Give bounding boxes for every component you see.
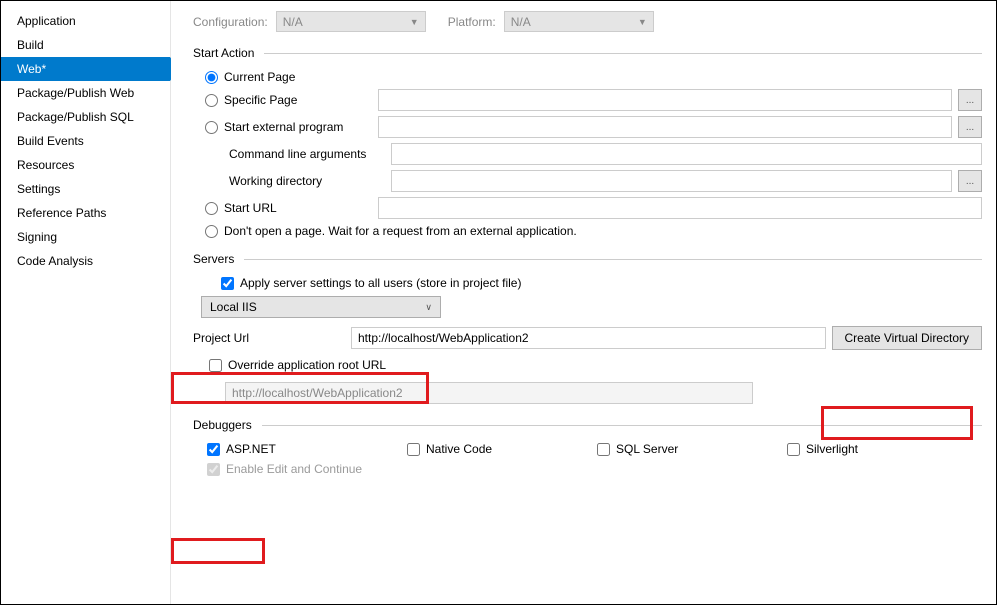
cmd-args-input[interactable] xyxy=(391,143,982,165)
radio-start-url-label: Start URL xyxy=(224,201,364,215)
chevron-down-icon: ▼ xyxy=(410,17,419,27)
apply-all-checkbox[interactable] xyxy=(221,277,234,290)
sidebar-item-reference-paths[interactable]: Reference Paths xyxy=(1,201,170,225)
sidebar-item-web[interactable]: Web* xyxy=(1,57,170,81)
working-dir-label: Working directory xyxy=(229,174,391,188)
platform-dropdown: N/A ▼ xyxy=(504,11,654,32)
debugger-native-checkbox[interactable] xyxy=(407,443,420,456)
debugger-aspnet-checkbox[interactable] xyxy=(207,443,220,456)
override-root-input xyxy=(225,382,753,404)
radio-start-external[interactable] xyxy=(205,121,218,134)
sidebar-item-resources[interactable]: Resources xyxy=(1,153,170,177)
sidebar-item-build-events[interactable]: Build Events xyxy=(1,129,170,153)
divider xyxy=(244,259,982,260)
server-dropdown-value: Local IIS xyxy=(210,300,257,314)
debugger-aspnet-label: ASP.NET xyxy=(226,442,276,456)
start-action-title: Start Action xyxy=(193,46,254,60)
sidebar-item-signing[interactable]: Signing xyxy=(1,225,170,249)
radio-current-page-label: Current Page xyxy=(224,70,295,84)
radio-start-external-label: Start external program xyxy=(224,120,364,134)
debugger-native-label: Native Code xyxy=(426,442,492,456)
sidebar: Application Build Web* Package/Publish W… xyxy=(1,1,171,604)
radio-start-url[interactable] xyxy=(205,202,218,215)
divider xyxy=(262,425,982,426)
debugger-silverlight-label: Silverlight xyxy=(806,442,858,456)
radio-current-page[interactable] xyxy=(205,71,218,84)
working-dir-input[interactable] xyxy=(391,170,952,192)
platform-value: N/A xyxy=(511,15,531,29)
radio-dont-open[interactable] xyxy=(205,225,218,238)
debuggers-title: Debuggers xyxy=(193,418,252,432)
sidebar-item-build[interactable]: Build xyxy=(1,33,170,57)
specific-page-browse-button[interactable]: ... xyxy=(958,89,982,111)
server-dropdown[interactable]: Local IIS ∨ xyxy=(201,296,441,318)
debugger-sqlserver-checkbox[interactable] xyxy=(597,443,610,456)
working-dir-browse-button[interactable]: ... xyxy=(958,170,982,192)
external-program-browse-button[interactable]: ... xyxy=(958,116,982,138)
override-root-checkbox[interactable] xyxy=(209,359,222,372)
sidebar-item-application[interactable]: Application xyxy=(1,9,170,33)
sidebar-item-package-publish-web[interactable]: Package/Publish Web xyxy=(1,81,170,105)
divider xyxy=(264,53,982,54)
create-virtual-directory-button[interactable]: Create Virtual Directory xyxy=(832,326,983,350)
cmd-args-label: Command line arguments xyxy=(229,147,391,161)
specific-page-input[interactable] xyxy=(378,89,952,111)
override-root-label: Override application root URL xyxy=(228,358,386,372)
sidebar-item-settings[interactable]: Settings xyxy=(1,177,170,201)
chevron-down-icon: ∨ xyxy=(425,302,432,313)
highlight-box-aspnet xyxy=(171,538,265,564)
radio-specific-page[interactable] xyxy=(205,94,218,107)
platform-label: Platform: xyxy=(448,15,496,29)
external-program-input[interactable] xyxy=(378,116,952,138)
configuration-label: Configuration: xyxy=(193,15,268,29)
project-url-label: Project Url xyxy=(193,331,351,345)
chevron-down-icon: ▼ xyxy=(638,17,647,27)
sidebar-item-package-publish-sql[interactable]: Package/Publish SQL xyxy=(1,105,170,129)
enable-edit-continue-label: Enable Edit and Continue xyxy=(226,462,362,476)
radio-specific-page-label: Specific Page xyxy=(224,93,364,107)
servers-title: Servers xyxy=(193,252,234,266)
debugger-sqlserver-label: SQL Server xyxy=(616,442,678,456)
content-panel: Configuration: N/A ▼ Platform: N/A ▼ Sta… xyxy=(171,1,996,604)
configuration-value: N/A xyxy=(283,15,303,29)
start-url-input[interactable] xyxy=(378,197,982,219)
radio-dont-open-label: Don't open a page. Wait for a request fr… xyxy=(224,224,577,238)
enable-edit-continue-checkbox xyxy=(207,463,220,476)
project-url-input[interactable] xyxy=(351,327,826,349)
configuration-dropdown: N/A ▼ xyxy=(276,11,426,32)
debugger-silverlight-checkbox[interactable] xyxy=(787,443,800,456)
apply-all-label: Apply server settings to all users (stor… xyxy=(240,276,521,290)
sidebar-item-code-analysis[interactable]: Code Analysis xyxy=(1,249,170,273)
